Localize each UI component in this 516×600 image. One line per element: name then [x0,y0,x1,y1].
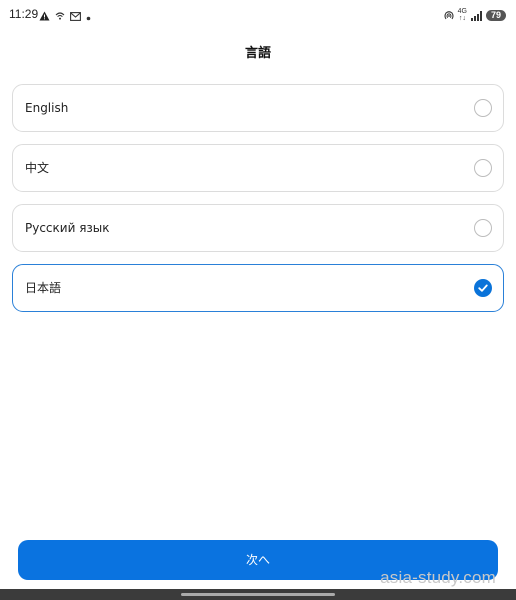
radio-unchecked-icon[interactable] [474,99,492,117]
gmail-icon [70,6,81,25]
home-indicator[interactable] [181,593,335,596]
status-left-icons [39,8,91,22]
dot-icon [86,6,91,25]
language-label: 日本語 [25,281,62,295]
language-option-russian[interactable]: Русский язык [12,204,504,252]
language-label: Русский язык [25,221,110,235]
language-option-english[interactable]: English [12,84,504,132]
radio-unchecked-icon[interactable] [474,159,492,177]
language-list: English 中文 Русский язык 日本語 [12,84,504,324]
language-option-japanese[interactable]: 日本語 [12,264,504,312]
battery-icon: 79 [486,9,506,21]
signal-icon [471,6,482,25]
page-title: 言語 [244,46,271,61]
radio-unchecked-icon[interactable] [474,219,492,237]
radio-checked-icon[interactable] [474,279,492,297]
network-arrows-label: ↑↓ [458,15,466,22]
network-type: 4G ↑↓ [458,8,467,22]
language-label: English [25,101,69,115]
status-bar: 11:29 4G ↑↓ 79 [0,0,516,30]
language-option-chinese[interactable]: 中文 [12,144,504,192]
status-right-icons: 4G ↑↓ 79 [444,8,506,22]
wifi-call-icon [55,6,65,25]
language-label: 中文 [25,161,50,175]
watermark-text: asia-study.com [380,568,496,587]
warning-icon [39,6,50,25]
network-type-label: 4G [457,8,467,15]
hotspot-icon [444,6,454,25]
status-time: 11:29 [9,7,39,21]
